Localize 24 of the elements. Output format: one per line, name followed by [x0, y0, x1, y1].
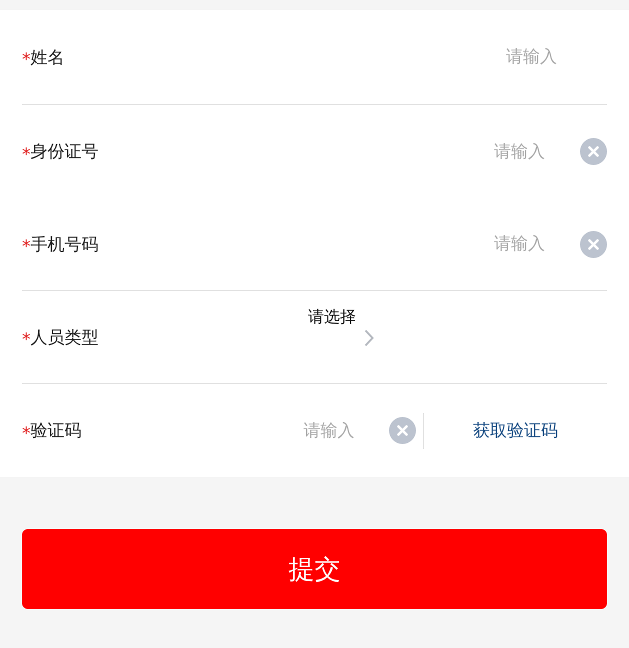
- field-label: 身份证号: [30, 141, 98, 163]
- submit-button[interactable]: 提交: [22, 529, 607, 609]
- required-mark: *: [22, 237, 30, 257]
- close-icon: [397, 425, 408, 436]
- required-mark: *: [22, 424, 30, 444]
- required-mark: *: [22, 50, 30, 70]
- input-field[interactable]: 请输入: [467, 47, 557, 67]
- input-field[interactable]: 请输入: [264, 420, 354, 440]
- input-field[interactable]: 请输入: [455, 234, 545, 254]
- field-label: 验证码: [30, 420, 82, 442]
- get-code-link[interactable]: 获取验证码: [424, 419, 607, 442]
- type-select[interactable]: 请选择: [308, 307, 374, 347]
- field-label: 人员类型: [30, 326, 98, 348]
- field-label: 姓名: [30, 46, 64, 68]
- required-mark: *: [22, 144, 30, 164]
- clear-button[interactable]: [389, 417, 416, 444]
- input-field[interactable]: 请输入: [455, 142, 545, 162]
- close-icon: [588, 146, 599, 157]
- chevron-right-icon: [364, 329, 374, 347]
- close-icon: [588, 238, 599, 250]
- clear-button[interactable]: [580, 138, 607, 165]
- required-mark: *: [22, 330, 30, 350]
- clear-button[interactable]: [580, 230, 607, 258]
- field-label: 手机号码: [30, 234, 98, 256]
